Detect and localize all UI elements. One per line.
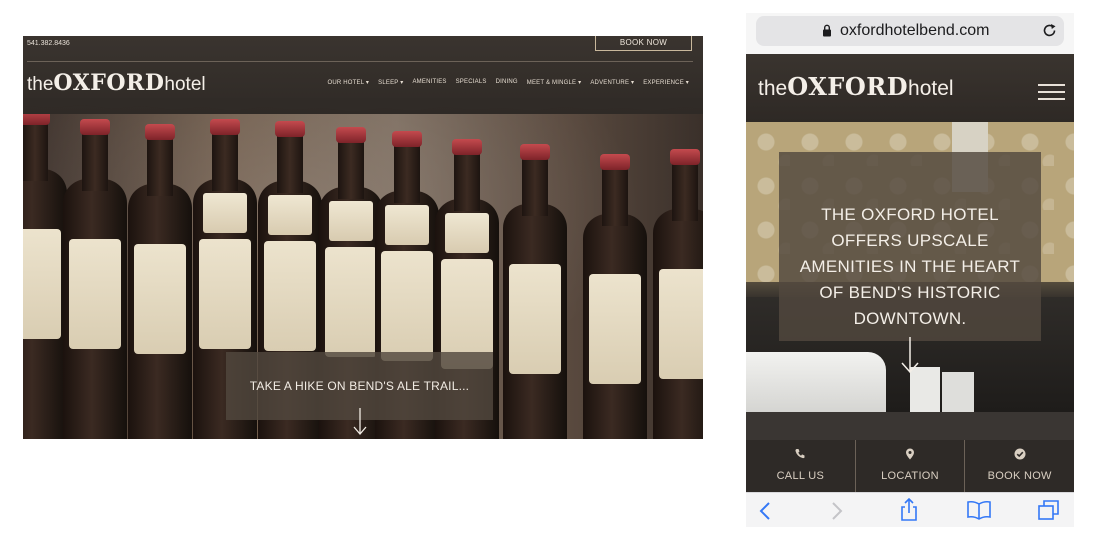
call-us-label: CALL US xyxy=(776,470,825,482)
logo-hotel: hotel xyxy=(164,74,206,95)
oxford-hotel-logo[interactable]: theOXFORDhotel xyxy=(758,72,954,101)
scroll-down-arrow-icon[interactable] xyxy=(353,408,367,438)
share-icon[interactable] xyxy=(899,498,919,522)
book-now-label: BOOK NOW xyxy=(987,470,1052,482)
forward-icon[interactable] xyxy=(830,501,844,521)
location-label: LOCATION xyxy=(881,470,939,482)
bottle xyxy=(503,144,567,439)
towel xyxy=(942,372,974,412)
hero-caption: THE OXFORD HOTEL OFFERS UPSCALE AMENITIE… xyxy=(779,152,1041,341)
phone-icon xyxy=(795,449,805,459)
nav-our-hotel[interactable]: OUR HOTEL ▾ xyxy=(327,79,369,86)
bottle xyxy=(653,149,703,439)
action-bar: CALL US LOCATION BOOK NOW xyxy=(746,440,1074,492)
nav-amenities[interactable]: AMENITIES xyxy=(412,79,446,86)
header-divider xyxy=(27,61,693,62)
main-nav: OUR HOTEL ▾ SLEEP ▾ AMENITIES SPECIALS D… xyxy=(327,79,689,86)
divider-strip xyxy=(746,412,1074,440)
bottle xyxy=(63,119,127,439)
oxford-hotel-logo[interactable]: theOXFORDhotel xyxy=(27,70,206,96)
tabs-icon[interactable] xyxy=(1037,499,1061,521)
logo-oxford: OXFORD xyxy=(787,72,909,101)
book-now-button[interactable]: BOOK NOW xyxy=(595,36,692,51)
nav-specials[interactable]: SPECIALS xyxy=(456,79,487,86)
scroll-down-arrow-icon[interactable] xyxy=(900,337,920,375)
reload-icon[interactable] xyxy=(1042,23,1057,38)
phone-number[interactable]: 541.382.8436 xyxy=(27,40,70,47)
mobile-site-header: theOXFORDhotel xyxy=(746,54,1074,122)
nav-sleep[interactable]: SLEEP ▾ xyxy=(378,79,403,86)
nav-experience[interactable]: EXPERIENCE ▾ xyxy=(643,79,689,86)
mobile-site-preview: oxfordhotelbend.com theOXFORDhotel THE O… xyxy=(746,13,1074,527)
logo-hotel: hotel xyxy=(908,77,954,100)
bottle xyxy=(128,124,192,439)
logo-the: the xyxy=(758,77,788,100)
url-text[interactable]: oxfordhotelbend.com xyxy=(840,22,989,40)
check-circle-icon xyxy=(1014,448,1026,460)
nav-meet-mingle[interactable]: MEET & MINGLE ▾ xyxy=(527,79,582,86)
nav-dining[interactable]: DINING xyxy=(496,79,518,86)
nav-adventure[interactable]: ADVENTURE ▾ xyxy=(590,79,634,86)
safari-toolbar xyxy=(746,492,1074,527)
back-icon[interactable] xyxy=(758,501,772,521)
bookmarks-icon[interactable] xyxy=(966,500,992,520)
bottle xyxy=(583,154,647,439)
bottle xyxy=(23,109,67,439)
bathtub xyxy=(746,352,886,412)
logo-oxford: OXFORD xyxy=(53,70,165,96)
map-pin-icon xyxy=(906,448,914,460)
book-now-button[interactable]: BOOK NOW xyxy=(965,440,1074,492)
location-button[interactable]: LOCATION xyxy=(856,440,966,492)
lock-icon xyxy=(823,24,831,37)
hamburger-menu-icon[interactable] xyxy=(1038,84,1065,105)
torn-paper-edge xyxy=(23,98,703,112)
call-us-button[interactable]: CALL US xyxy=(746,440,856,492)
logo-the: the xyxy=(27,74,54,95)
desktop-site-preview: 541.382.8436 BOOK NOW theOXFORDhotel OUR… xyxy=(23,36,703,439)
address-bar[interactable]: oxfordhotelbend.com xyxy=(756,16,1064,46)
